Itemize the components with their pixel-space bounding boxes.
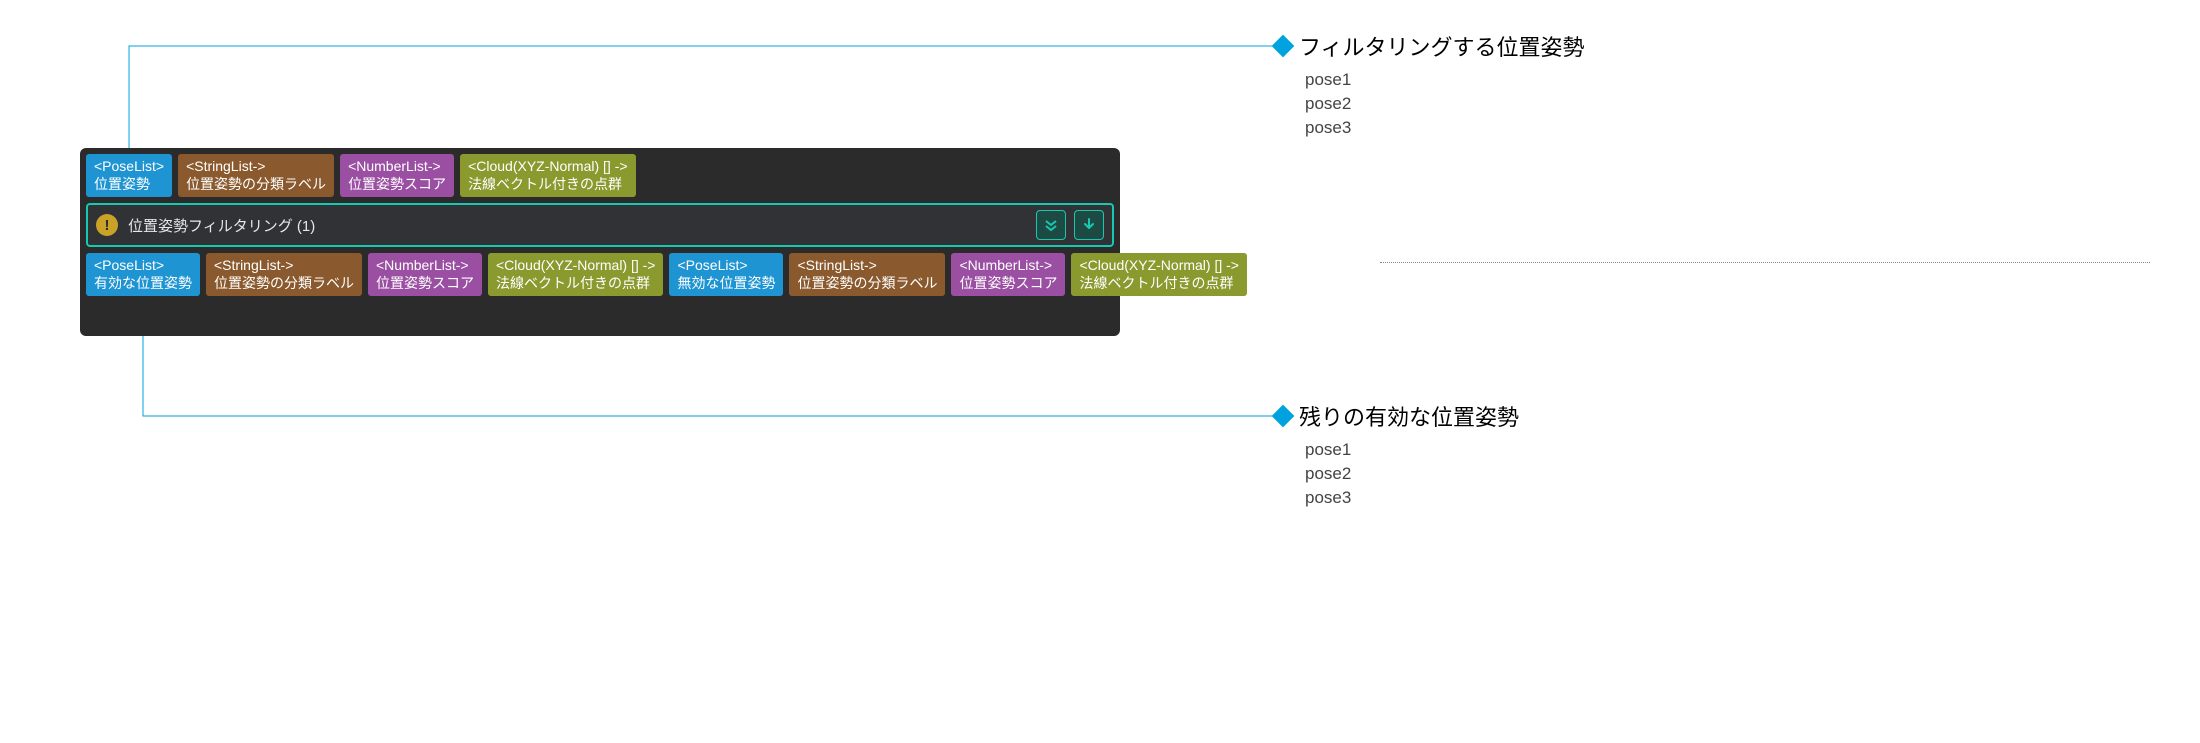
port-type: <Cloud(XYZ-Normal) [] -> xyxy=(468,158,627,176)
output-port-1[interactable]: <StringList->位置姿勢の分類ラベル xyxy=(206,253,362,296)
node-title-bar[interactable]: ! 位置姿勢フィルタリング (1) xyxy=(86,203,1114,247)
pose-item: pose1 xyxy=(1305,68,1585,92)
port-type: <PoseList> xyxy=(94,158,164,176)
pose-item: pose3 xyxy=(1305,486,1519,510)
output-port-5[interactable]: <StringList->位置姿勢の分類ラベル xyxy=(789,253,945,296)
pose-item: pose3 xyxy=(1305,116,1585,140)
output-port-3[interactable]: <Cloud(XYZ-Normal) [] ->法線ベクトル付きの点群 xyxy=(488,253,663,296)
port-type: <Cloud(XYZ-Normal) [] -> xyxy=(1079,257,1238,275)
port-type: <PoseList> xyxy=(94,257,192,275)
output-port-4[interactable]: <PoseList>無効な位置姿勢 xyxy=(669,253,783,296)
port-label: 法線ベクトル付きの点群 xyxy=(1079,275,1238,293)
callout-output-poses: 残りの有効な位置姿勢 pose1pose2pose3 xyxy=(1275,400,1519,509)
output-ports-row: <PoseList>有効な位置姿勢<StringList->位置姿勢の分類ラベル… xyxy=(86,253,1114,296)
node-pose-filtering: <PoseList>位置姿勢<StringList->位置姿勢の分類ラベル<Nu… xyxy=(80,148,1120,336)
port-type: <NumberList-> xyxy=(348,158,446,176)
input-ports-row: <PoseList>位置姿勢<StringList->位置姿勢の分類ラベル<Nu… xyxy=(86,154,1114,197)
node-title: 位置姿勢フィルタリング (1) xyxy=(128,215,1036,236)
input-port-2[interactable]: <NumberList->位置姿勢スコア xyxy=(340,154,454,197)
callout-heading-text: 残りの有効な位置姿勢 xyxy=(1299,400,1519,432)
port-label: 法線ベクトル付きの点群 xyxy=(468,176,627,194)
expand-button[interactable] xyxy=(1036,210,1066,240)
port-type: <StringList-> xyxy=(186,158,326,176)
port-label: 位置姿勢スコア xyxy=(959,275,1057,293)
double-chevron-down-icon xyxy=(1043,217,1059,233)
output-port-6[interactable]: <NumberList->位置姿勢スコア xyxy=(951,253,1065,296)
callout-pose-list: pose1pose2pose3 xyxy=(1305,438,1519,509)
warning-icon: ! xyxy=(96,214,118,236)
input-port-3[interactable]: <Cloud(XYZ-Normal) [] ->法線ベクトル付きの点群 xyxy=(460,154,635,197)
callout-heading-text: フィルタリングする位置姿勢 xyxy=(1299,30,1585,62)
output-port-0[interactable]: <PoseList>有効な位置姿勢 xyxy=(86,253,200,296)
port-type: <Cloud(XYZ-Normal) [] -> xyxy=(496,257,655,275)
output-port-2[interactable]: <NumberList->位置姿勢スコア xyxy=(368,253,482,296)
callout-heading: 残りの有効な位置姿勢 xyxy=(1275,400,1519,432)
diagram-canvas: <PoseList>位置姿勢<StringList->位置姿勢の分類ラベル<Nu… xyxy=(0,0,2200,743)
port-type: <StringList-> xyxy=(214,257,354,275)
connector-lines xyxy=(0,0,2200,743)
callout-pose-list: pose1pose2pose3 xyxy=(1305,68,1585,139)
run-button[interactable] xyxy=(1074,210,1104,240)
callout-heading: フィルタリングする位置姿勢 xyxy=(1275,30,1585,62)
port-label: 位置姿勢の分類ラベル xyxy=(214,275,354,293)
port-label: 位置姿勢の分類ラベル xyxy=(186,176,326,194)
arrow-down-icon xyxy=(1082,218,1096,232)
port-label: 有効な位置姿勢 xyxy=(94,275,192,293)
port-type: <NumberList-> xyxy=(959,257,1057,275)
pose-item: pose2 xyxy=(1305,462,1519,486)
diamond-bullet-icon xyxy=(1272,35,1295,58)
port-type: <StringList-> xyxy=(797,257,937,275)
port-label: 位置姿勢 xyxy=(94,176,164,194)
callout-input-poses: フィルタリングする位置姿勢 pose1pose2pose3 xyxy=(1275,30,1585,139)
port-label: 位置姿勢スコア xyxy=(376,275,474,293)
node-title-actions xyxy=(1036,210,1104,240)
port-label: 無効な位置姿勢 xyxy=(677,275,775,293)
input-port-1[interactable]: <StringList->位置姿勢の分類ラベル xyxy=(178,154,334,197)
output-port-7[interactable]: <Cloud(XYZ-Normal) [] ->法線ベクトル付きの点群 xyxy=(1071,253,1246,296)
port-type: <PoseList> xyxy=(677,257,775,275)
diamond-bullet-icon xyxy=(1272,405,1295,428)
pose-item: pose2 xyxy=(1305,92,1585,116)
input-port-0[interactable]: <PoseList>位置姿勢 xyxy=(86,154,172,197)
pose-item: pose1 xyxy=(1305,438,1519,462)
port-type: <NumberList-> xyxy=(376,257,474,275)
dotted-separator xyxy=(1380,262,2150,263)
port-label: 位置姿勢の分類ラベル xyxy=(797,275,937,293)
port-label: 位置姿勢スコア xyxy=(348,176,446,194)
port-label: 法線ベクトル付きの点群 xyxy=(496,275,655,293)
